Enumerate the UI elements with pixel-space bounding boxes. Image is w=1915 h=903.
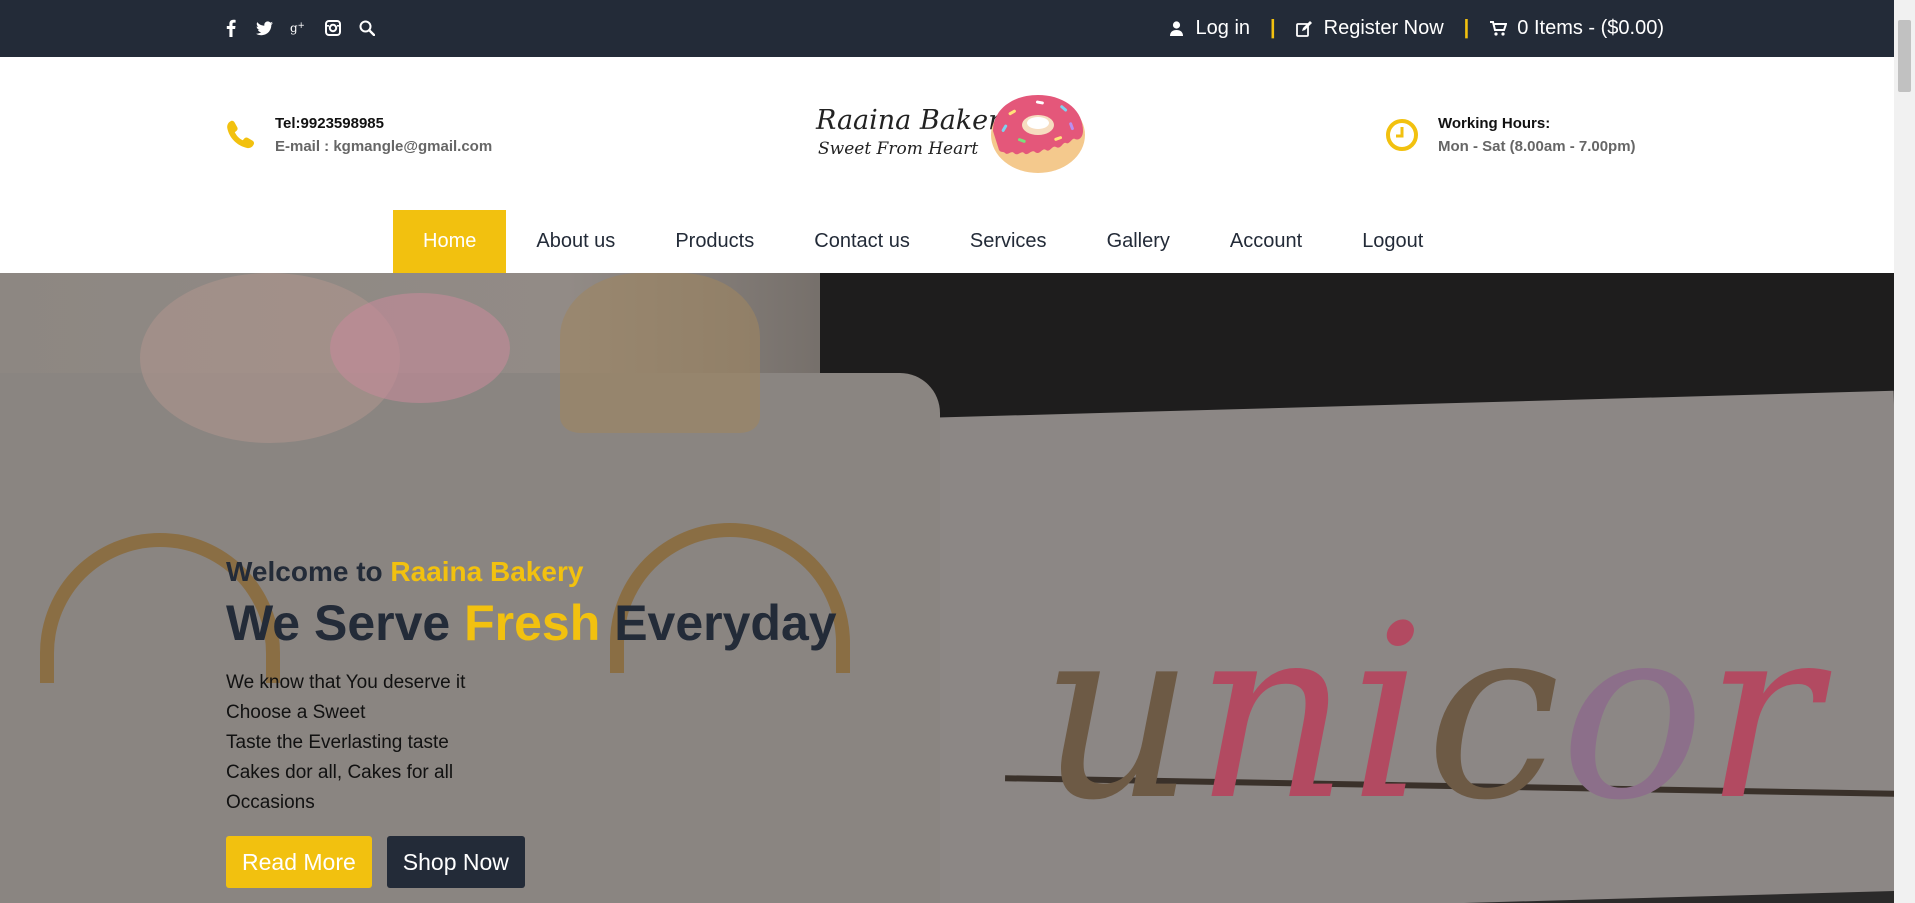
cart-link[interactable]: 0 Items - ($0.00) <box>1489 17 1664 40</box>
separator: | <box>1270 17 1276 39</box>
hero-line: Choose a Sweet <box>226 702 366 723</box>
cart-label: 0 Items - ($0.00) <box>1517 17 1664 39</box>
site-logo[interactable]: Raaina Bakery Sweet From Heart <box>816 87 1088 175</box>
social-links: g + <box>222 17 375 39</box>
phone-icon <box>224 118 258 152</box>
hero-banner: unicor Welcome to Raaina Bakery We Serve… <box>0 273 1894 903</box>
hero-decoration <box>330 293 510 403</box>
nav-home[interactable]: Home <box>393 210 507 273</box>
twitter-icon[interactable] <box>256 17 273 39</box>
logo-tagline: Sweet From Heart <box>818 139 979 159</box>
account-links: Log in | Register Now | 0 Items - ($0.00… <box>1168 17 1664 40</box>
hero-sign-lettering: unicor <box>1040 573 1820 853</box>
phone-number[interactable]: Tel:9923598985 <box>275 112 492 135</box>
svg-text:g: g <box>290 21 298 35</box>
nav-products[interactable]: Products <box>645 210 784 273</box>
main-nav: Home About us Products Contact us Servic… <box>393 210 1453 273</box>
hero-line: We know that You deserve it <box>226 672 466 693</box>
hero-headline: We Serve Fresh Everyday <box>226 594 837 652</box>
donut-icon <box>991 95 1085 173</box>
headline-part1: We Serve <box>226 595 451 651</box>
hero-buttons: Read More Shop Now <box>226 836 837 888</box>
logo-title: Raaina Bakery <box>816 105 1017 136</box>
welcome-prefix: Welcome to <box>226 556 383 587</box>
search-icon[interactable] <box>358 17 375 39</box>
hero-decoration <box>560 273 760 433</box>
hero-description: We know that You deserve it Choose a Swe… <box>226 668 837 818</box>
register-label: Register Now <box>1323 17 1444 39</box>
nav-services[interactable]: Services <box>940 210 1077 273</box>
hero-line: Taste the Everlasting taste <box>226 732 449 753</box>
working-hours: Working Hours: Mon - Sat (8.00am - 7.00p… <box>1385 112 1636 158</box>
welcome-brand: Raaina Bakery <box>390 556 584 587</box>
login-label: Log in <box>1195 17 1251 39</box>
nav-about-us[interactable]: About us <box>506 210 645 273</box>
nav-account[interactable]: Account <box>1200 210 1332 273</box>
google-plus-icon[interactable]: g + <box>290 17 307 39</box>
hero-line: Cakes dor all, Cakes for all <box>226 762 454 783</box>
hero-welcome: Welcome to Raaina Bakery <box>226 556 837 588</box>
shop-now-button[interactable]: Shop Now <box>386 836 525 888</box>
read-more-button[interactable]: Read More <box>226 836 372 888</box>
cart-icon <box>1489 20 1507 38</box>
clock-icon <box>1385 118 1419 152</box>
nav-logout[interactable]: Logout <box>1332 210 1453 273</box>
edit-icon <box>1296 20 1314 38</box>
site-header: Tel:9923598985 E-mail : kgmangle@gmail.c… <box>0 57 1894 273</box>
facebook-icon[interactable] <box>222 17 239 39</box>
svg-text:+: + <box>298 21 305 31</box>
page-scrollbar[interactable] <box>1894 0 1915 903</box>
register-link[interactable]: Register Now <box>1296 17 1444 40</box>
contact-info: Tel:9923598985 E-mail : kgmangle@gmail.c… <box>224 112 492 158</box>
hours-value: Mon - Sat (8.00am - 7.00pm) <box>1438 138 1636 155</box>
headline-accent: Fresh <box>464 595 601 651</box>
separator: | <box>1463 17 1470 39</box>
email-address[interactable]: E-mail : kgmangle@gmail.com <box>275 135 492 158</box>
hero-content: Welcome to Raaina Bakery We Serve Fresh … <box>226 556 837 888</box>
instagram-icon[interactable] <box>324 17 341 39</box>
headline-part2: Everyday <box>614 595 837 651</box>
hero-line: Occasions <box>226 792 315 813</box>
login-link[interactable]: Log in <box>1168 17 1251 40</box>
top-bar: g + Log in | Register Now | 0 Items - ($… <box>0 0 1894 57</box>
nav-contact-us[interactable]: Contact us <box>784 210 940 273</box>
user-icon <box>1168 20 1186 38</box>
hours-title: Working Hours: <box>1438 115 1551 132</box>
nav-gallery[interactable]: Gallery <box>1077 210 1200 273</box>
scrollbar-thumb[interactable] <box>1898 20 1911 92</box>
